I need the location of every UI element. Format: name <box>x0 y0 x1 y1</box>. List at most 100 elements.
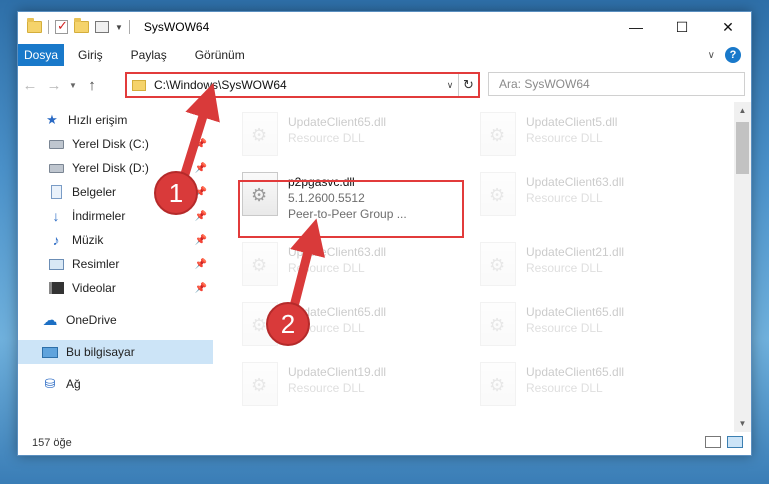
navigation-bar: ← → ▼ ↑ C:\Windows\SysWOW64 ∨ ↻ Ara: Sys… <box>18 70 751 100</box>
file-name: UpdateClient21.dll <box>526 245 625 259</box>
pin-icon[interactable]: 📌 <box>195 235 207 246</box>
properties-check-icon[interactable] <box>55 18 68 34</box>
navigation-pane: ★ Hızlı erişim Yerel Disk (C:) 📌 Yerel D… <box>18 108 213 433</box>
address-bar[interactable]: C:\Windows\SysWOW64 ∨ ↻ <box>125 72 480 98</box>
sidebar-item-documents[interactable]: Belgeler 📌 <box>18 180 213 204</box>
documents-icon <box>48 185 64 199</box>
file-item[interactable]: UpdateClient65.dll Resource DLL <box>480 362 700 416</box>
sidebar-item-label: OneDrive <box>66 313 117 327</box>
sidebar-item-music[interactable]: ♪ Müzik 📌 <box>18 228 213 252</box>
help-icon[interactable]: ? <box>725 47 741 63</box>
file-description: Resource DLL <box>288 131 365 145</box>
file-item[interactable]: UpdateClient21.dll Resource DLL <box>480 242 700 296</box>
dll-file-icon <box>480 362 516 406</box>
downloads-icon: ↓ <box>52 208 60 224</box>
ribbon-tabs: Dosya Giriş Paylaş Görünüm ∨ ? <box>18 44 751 66</box>
scroll-down-icon[interactable]: ▼ <box>734 415 751 432</box>
refresh-icon[interactable]: ↻ <box>458 74 478 96</box>
sidebar-item-label: Ağ <box>66 377 81 391</box>
sidebar-item-local-disk-d[interactable]: Yerel Disk (D:) 📌 <box>18 156 213 180</box>
file-item[interactable]: UpdateClient65.dll Resource DLL <box>480 302 700 356</box>
file-description: Resource DLL <box>526 191 603 205</box>
tab-file[interactable]: Dosya <box>18 44 64 66</box>
address-history-chevron-icon[interactable]: ∨ <box>442 80 458 91</box>
expand-ribbon-chevron-icon[interactable]: ∨ <box>708 50 715 61</box>
pin-icon[interactable]: 📌 <box>195 163 207 174</box>
tab-view[interactable]: Görünüm <box>181 48 259 62</box>
file-name: UpdateClient65.dll <box>288 115 387 129</box>
file-description: Resource DLL <box>288 321 365 335</box>
recent-locations-chevron-icon[interactable]: ▼ <box>66 81 80 90</box>
sidebar-item-label: Videolar <box>72 281 116 295</box>
sidebar-item-videos[interactable]: Videolar 📌 <box>18 276 213 300</box>
pin-icon[interactable]: 📌 <box>195 283 207 294</box>
file-name: UpdateClient65.dll <box>526 365 625 379</box>
close-button[interactable]: ✕ <box>705 12 751 42</box>
dll-file-icon <box>242 112 278 156</box>
view-toggle <box>705 436 743 448</box>
file-item[interactable]: UpdateClient63.dll Resource DLL <box>242 242 462 296</box>
up-arrow-icon[interactable]: ↑ <box>80 77 104 94</box>
drive-icon <box>48 161 64 175</box>
sidebar-item-quick-access[interactable]: ★ Hızlı erişim <box>18 108 213 132</box>
scrollbar-thumb[interactable] <box>736 122 749 174</box>
sidebar-item-label: Resimler <box>72 257 120 271</box>
sidebar-item-label: İndirmeler <box>72 209 126 223</box>
pin-icon[interactable]: 📌 <box>195 259 207 270</box>
scroll-up-icon[interactable]: ▲ <box>734 102 751 119</box>
customize-toolbar-chevron-icon[interactable]: ▼ <box>115 23 123 32</box>
file-name: UpdateClient65.dll <box>526 305 625 319</box>
computer-icon <box>42 345 58 359</box>
pin-icon[interactable]: 📌 <box>195 187 207 198</box>
file-description: Resource DLL <box>288 261 365 275</box>
back-arrow-icon[interactable]: ← <box>18 77 42 94</box>
videos-icon <box>48 281 64 295</box>
network-icon: ⛁ <box>44 376 56 391</box>
file-name: UpdateClient63.dll <box>526 175 625 189</box>
dll-file-icon <box>480 302 516 346</box>
sidebar-item-onedrive[interactable]: ☁ OneDrive <box>18 308 213 332</box>
vertical-scrollbar[interactable]: ▲ ▼ <box>734 102 751 432</box>
file-item[interactable]: UpdateClient63.dll Resource DLL <box>480 172 700 226</box>
file-item[interactable]: UpdateClient65.dll Resource DLL <box>242 302 462 356</box>
dll-file-icon <box>242 362 278 406</box>
file-name: UpdateClient5.dll <box>526 115 618 129</box>
file-item[interactable]: UpdateClient65.dll Resource DLL <box>242 112 462 166</box>
tab-home[interactable]: Giriş <box>64 48 117 62</box>
search-input[interactable]: Ara: SysWOW64 <box>488 72 745 96</box>
minimize-button[interactable]: — <box>613 12 659 42</box>
new-folder-icon[interactable] <box>74 18 89 33</box>
pin-icon[interactable]: 📌 <box>195 211 207 222</box>
star-icon: ★ <box>46 112 58 127</box>
file-description: Resource DLL <box>526 261 603 275</box>
sidebar-item-label: Yerel Disk (C:) <box>72 137 149 151</box>
maximize-button[interactable]: ☐ <box>659 12 705 42</box>
file-item[interactable]: UpdateClient5.dll Resource DLL <box>480 112 700 166</box>
forward-arrow-icon[interactable]: → <box>42 77 66 94</box>
details-view-icon[interactable] <box>705 436 721 448</box>
view-properties-icon[interactable] <box>95 21 109 33</box>
sidebar-item-this-pc[interactable]: Bu bilgisayar <box>18 340 213 364</box>
sidebar-item-local-disk-c[interactable]: Yerel Disk (C:) 📌 <box>18 132 213 156</box>
file-description: Resource DLL <box>526 381 603 395</box>
file-name: UpdateClient19.dll <box>288 365 387 379</box>
folder-icon[interactable] <box>27 18 42 33</box>
address-path[interactable]: C:\Windows\SysWOW64 <box>154 78 442 92</box>
dll-file-icon <box>480 172 516 216</box>
file-list: UpdateClient65.dll Resource DLL UpdateCl… <box>218 102 728 432</box>
file-name: UpdateClient63.dll <box>288 245 387 259</box>
dll-file-icon <box>242 302 278 346</box>
tiles-view-icon[interactable] <box>727 436 743 448</box>
sidebar-item-label: Müzik <box>72 233 104 247</box>
file-item[interactable]: UpdateClient19.dll Resource DLL <box>242 362 462 416</box>
sidebar-item-network[interactable]: ⛁ Ağ <box>18 372 213 396</box>
file-description: Resource DLL <box>288 381 365 395</box>
pin-icon[interactable]: 📌 <box>195 139 207 150</box>
file-description: Resource DLL <box>526 131 603 145</box>
pictures-icon <box>48 257 64 271</box>
tab-share[interactable]: Paylaş <box>117 48 181 62</box>
sidebar-item-downloads[interactable]: ↓ İndirmeler 📌 <box>18 204 213 228</box>
item-count: 157 öğe <box>32 437 72 449</box>
sidebar-item-pictures[interactable]: Resimler 📌 <box>18 252 213 276</box>
dll-file-icon <box>480 112 516 156</box>
